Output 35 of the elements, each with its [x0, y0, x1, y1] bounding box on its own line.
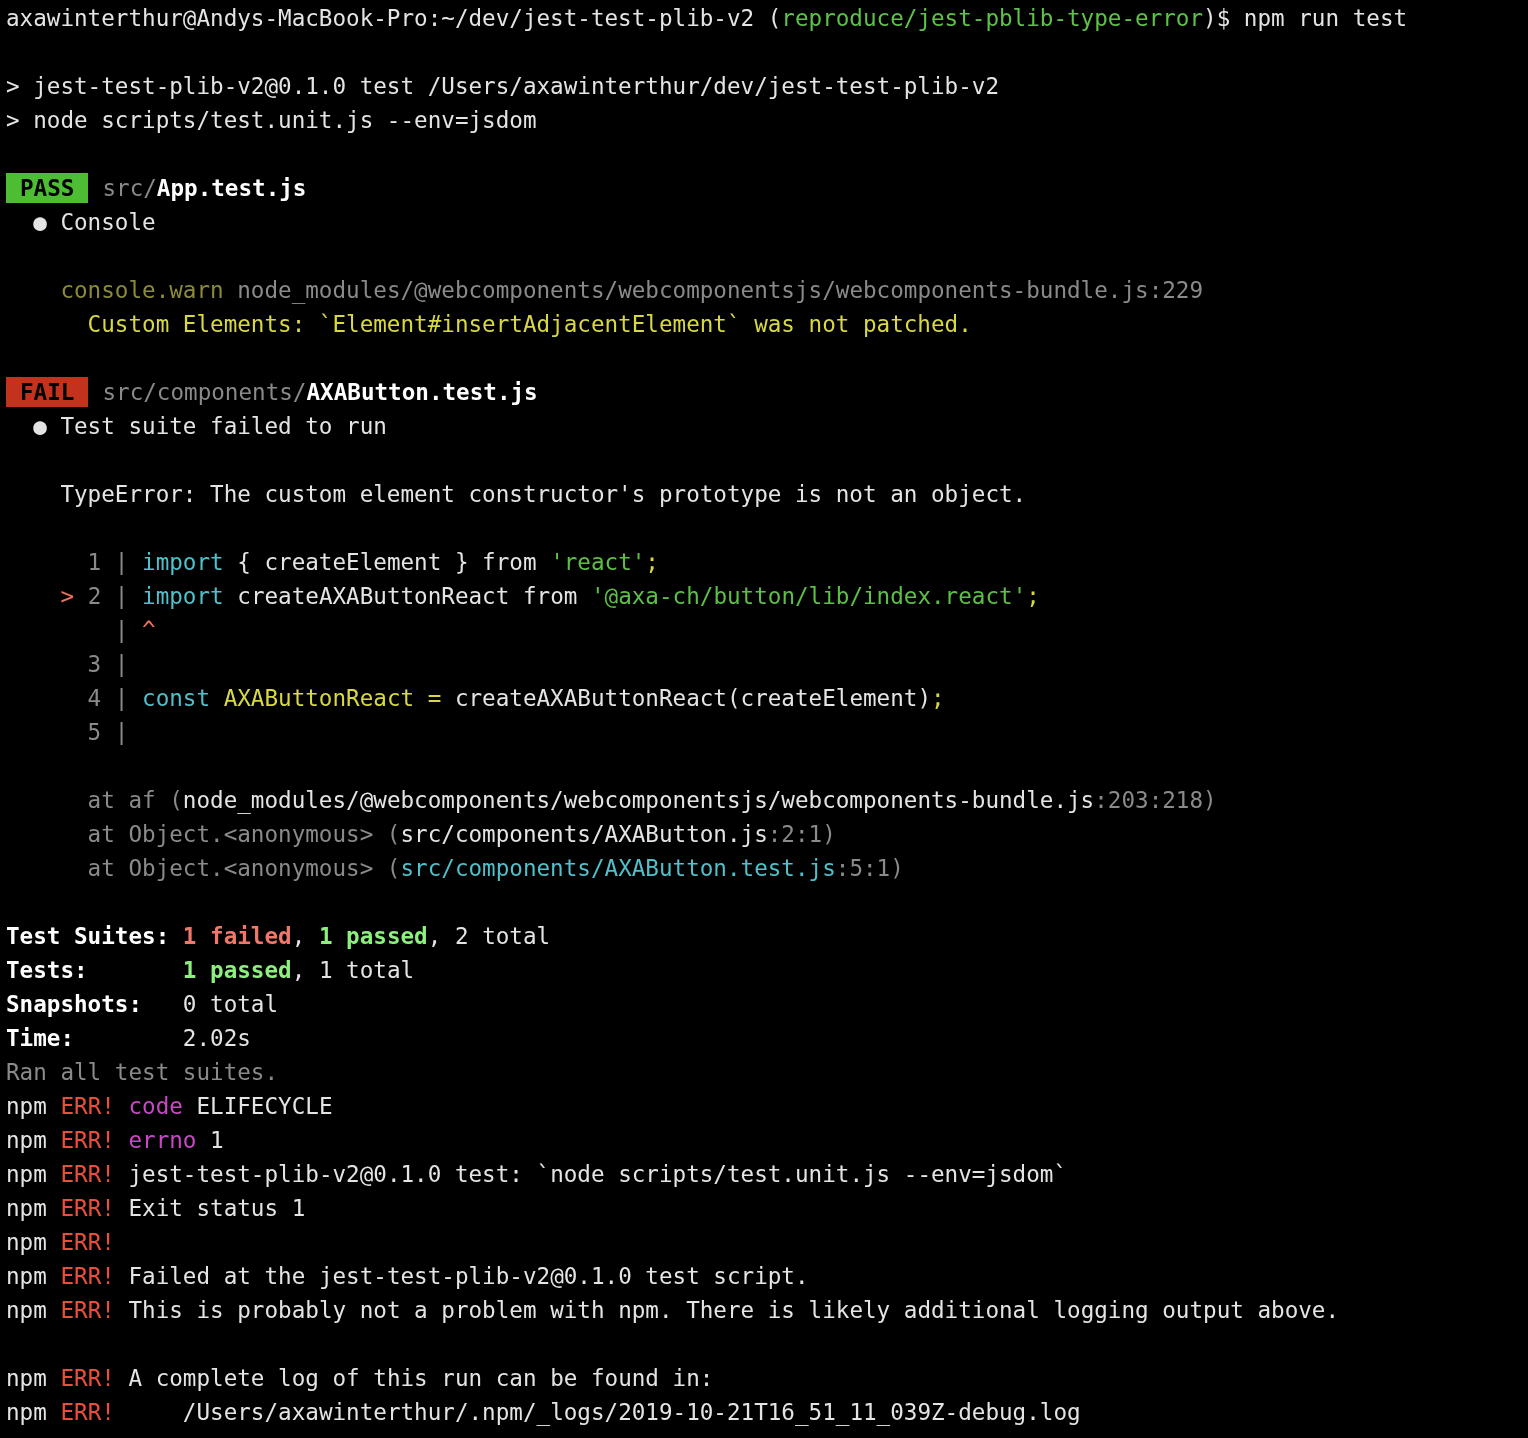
terminal-line: 4 | const AXAButtonReact = createAXAButtonReact(createElement); [86, 684, 945, 713]
terminal-line: Custom Elements: `Element#insertAdjacentElement` was not patched. [86, 310, 972, 339]
terminal-line: ● Console [32, 208, 156, 237]
fail-badge: FAIL [6, 377, 89, 407]
terminal-line: 1 | import { createElement } from 'react'; [86, 548, 659, 577]
terminal-line: Ran all test suites. [6, 1058, 279, 1087]
terminal-line: > 2 | import createAXAButtonReact from '@axa-ch/button/lib/index.react'; [59, 582, 1040, 611]
terminal-line: Test Suites: 1 failed, 1 passed, 2 total [6, 922, 551, 951]
terminal-line: Time: 2.02s [6, 1024, 251, 1053]
terminal-line: at Object.<anonymous> (src/components/AXAButton.test.js:5:1) [86, 854, 904, 883]
terminal-line: npm ERR! This is probably not a problem with npm. There is likely additional logging output above. [6, 1296, 1340, 1325]
terminal-line: npm ERR! [6, 1228, 115, 1257]
terminal-line: npm ERR! jest-test-plib-v2@0.1.0 test: `node scripts/test.unit.js --env=jsdom` [6, 1160, 1068, 1189]
terminal-line: console.warn node_modules/@webcomponents/webcomponentsjs/webcomponents-bundle.js:229 [59, 276, 1204, 306]
terminal-line: npm ERR! code ELIFECYCLE [6, 1092, 333, 1121]
terminal-line: npm ERR! Exit status 1 [6, 1194, 306, 1223]
terminal-line: npm ERR! /Users/axawinterthur/.npm/_logs/2019-10-21T16_51_11_039Z-debug.log [6, 1398, 1081, 1428]
terminal-line: | ^ [113, 616, 156, 645]
terminal-line: Snapshots: 0 total [6, 990, 279, 1019]
terminal-line: npm ERR! Failed at the jest-test-plib-v2@0.1.0 test script. [6, 1262, 809, 1291]
terminal-line: 3 | [86, 650, 129, 679]
terminal-line: ● Test suite failed to run [32, 412, 387, 441]
terminal-line: npm ERR! errno 1 [6, 1126, 224, 1155]
terminal-line: TypeError: The custom element constructor's prototype is not an object. [59, 480, 1027, 509]
terminal-line: > jest-test-plib-v2@0.1.0 test /Users/axawinterthur/dev/jest-test-plib-v2 [6, 72, 999, 101]
terminal-line: at af (node_modules/@webcomponents/webcomponentsjs/webcomponents-bundle.js:203:218) [86, 786, 1217, 816]
file-path: src/App.test.js [102, 174, 307, 203]
pass-badge: PASS [6, 173, 89, 203]
file-path: src/components/AXAButton.test.js [102, 378, 538, 407]
terminal-line: Tests: 1 passed, 1 total [6, 956, 415, 985]
terminal-line: > node scripts/test.unit.js --env=jsdom [6, 106, 537, 135]
terminal-line: at Object.<anonymous> (src/components/AXAButton.js:2:1) [86, 820, 836, 849]
terminal-line: axawinterthur@Andys-MacBook-Pro:~/dev/jest-test-plib-v2 (reproduce/jest-pblib-type-error)$ npm run test [6, 4, 1408, 33]
terminal-line: 5 | [86, 718, 129, 747]
terminal-line: npm ERR! A complete log of this run can be found in: [6, 1364, 714, 1393]
